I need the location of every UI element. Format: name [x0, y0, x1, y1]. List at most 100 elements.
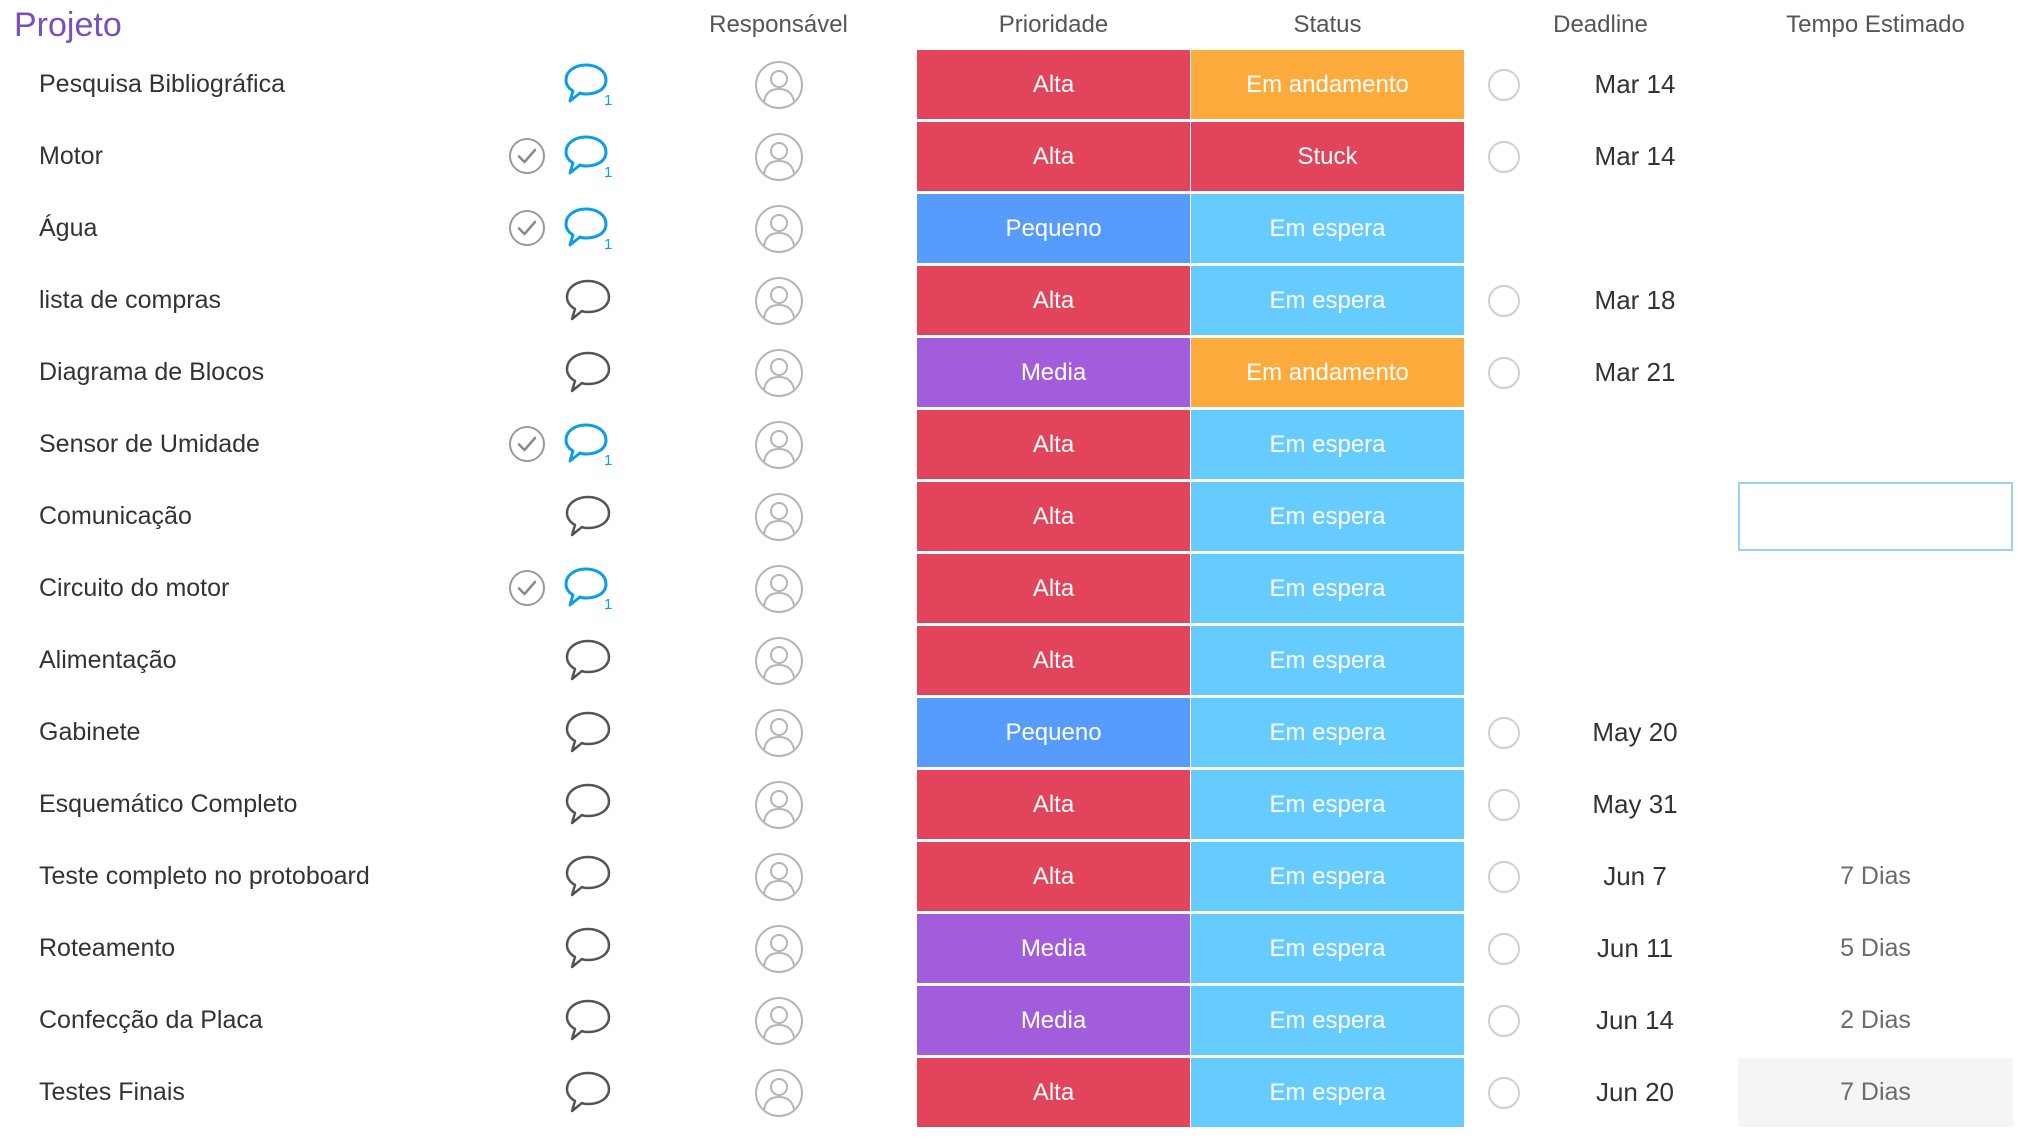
deadline-cell[interactable]: [1465, 410, 1736, 479]
owner-cell[interactable]: [642, 1058, 915, 1127]
table-row[interactable]: Gabinete Pequeno Em espera May 20: [8, 698, 2013, 767]
item-name[interactable]: Testes Finais: [39, 1078, 185, 1107]
person-icon[interactable]: [754, 348, 804, 398]
priority-label[interactable]: Alta: [917, 122, 1190, 191]
column-header-priority[interactable]: Prioridade: [917, 0, 1190, 50]
priority-label[interactable]: Alta: [917, 1058, 1190, 1127]
item-name[interactable]: Pesquisa Bibliográfica: [39, 70, 285, 99]
deadline-cell[interactable]: Jun 7: [1465, 842, 1736, 911]
chat-bubble-icon[interactable]: [564, 925, 614, 971]
deadline-done-radio[interactable]: [1488, 69, 1520, 101]
item-name-cell[interactable]: lista de compras: [8, 266, 640, 335]
person-icon[interactable]: [754, 420, 804, 470]
priority-label[interactable]: Media: [917, 338, 1190, 407]
column-header-status[interactable]: Status: [1191, 0, 1464, 50]
priority-label[interactable]: Alta: [917, 626, 1190, 695]
time-estimate-cell[interactable]: [1738, 266, 2013, 335]
chat-bubble-icon[interactable]: [564, 637, 614, 683]
chat-bubble-icon[interactable]: [564, 349, 614, 395]
chat-bubble-icon[interactable]: [564, 997, 614, 1043]
item-name-cell[interactable]: Teste completo no protoboard: [8, 842, 640, 911]
deadline-done-radio[interactable]: [1488, 933, 1520, 965]
item-name-cell[interactable]: Diagrama de Blocos: [8, 338, 640, 407]
person-icon[interactable]: [754, 996, 804, 1046]
priority-label[interactable]: Media: [917, 986, 1190, 1055]
person-icon[interactable]: [754, 564, 804, 614]
priority-label[interactable]: Alta: [917, 770, 1190, 839]
deadline-cell[interactable]: Mar 18: [1465, 266, 1736, 335]
priority-label[interactable]: Alta: [917, 842, 1190, 911]
item-name[interactable]: Esquemático Completo: [39, 790, 297, 819]
deadline-cell[interactable]: [1465, 194, 1736, 263]
priority-label[interactable]: Alta: [917, 554, 1190, 623]
owner-cell[interactable]: [642, 986, 915, 1055]
person-icon[interactable]: [754, 132, 804, 182]
time-estimate-cell[interactable]: [1738, 410, 2013, 479]
item-name[interactable]: Roteamento: [39, 934, 175, 963]
deadline-cell[interactable]: Jun 14: [1465, 986, 1736, 1055]
deadline-done-radio[interactable]: [1488, 1005, 1520, 1037]
item-name[interactable]: Circuito do motor: [39, 574, 229, 603]
table-row[interactable]: Testes Finais Alta Em espera Jun 20 7 Dias: [8, 1058, 2013, 1127]
time-estimate-cell[interactable]: [1738, 122, 2013, 191]
priority-label[interactable]: Alta: [917, 410, 1190, 479]
updates-bubble-icon[interactable]: 1: [564, 205, 614, 253]
chat-bubble-icon[interactable]: [564, 853, 614, 899]
deadline-done-radio[interactable]: [1488, 285, 1520, 317]
table-row[interactable]: Sensor de Umidade 1 Alta Em espera: [8, 410, 2013, 479]
person-icon[interactable]: [754, 852, 804, 902]
deadline-done-radio[interactable]: [1488, 357, 1520, 389]
checkmark-icon[interactable]: [508, 425, 546, 463]
item-name[interactable]: Sensor de Umidade: [39, 430, 260, 459]
updates-bubble-icon[interactable]: 1: [564, 421, 614, 469]
table-row[interactable]: Água 1 Pequeno Em espera: [8, 194, 2013, 263]
person-icon[interactable]: [754, 204, 804, 254]
owner-cell[interactable]: [642, 842, 915, 911]
time-estimate-cell[interactable]: [1738, 770, 2013, 839]
deadline-cell[interactable]: Jun 11: [1465, 914, 1736, 983]
deadline-cell[interactable]: May 20: [1465, 698, 1736, 767]
owner-cell[interactable]: [642, 914, 915, 983]
item-name-cell[interactable]: Alimentação: [8, 626, 640, 695]
table-row[interactable]: Alimentação Alta Em espera: [8, 626, 2013, 695]
item-name-cell[interactable]: Roteamento: [8, 914, 640, 983]
status-label[interactable]: Em andamento: [1191, 338, 1464, 407]
owner-cell[interactable]: [642, 482, 915, 551]
column-header-owner[interactable]: Responsável: [642, 0, 915, 50]
status-label[interactable]: Em espera: [1191, 554, 1464, 623]
person-icon[interactable]: [754, 60, 804, 110]
status-label[interactable]: Em andamento: [1191, 50, 1464, 119]
table-row[interactable]: lista de compras Alta Em espera Mar 18: [8, 266, 2013, 335]
person-icon[interactable]: [754, 924, 804, 974]
chat-bubble-icon[interactable]: [564, 493, 614, 539]
item-name-cell[interactable]: Pesquisa Bibliográfica 1: [8, 50, 640, 119]
updates-bubble-icon[interactable]: 1: [564, 133, 614, 181]
status-label[interactable]: Em espera: [1191, 266, 1464, 335]
status-label[interactable]: Em espera: [1191, 626, 1464, 695]
deadline-done-radio[interactable]: [1488, 789, 1520, 821]
group-title[interactable]: Projeto: [14, 0, 122, 50]
owner-cell[interactable]: [642, 410, 915, 479]
status-label[interactable]: Em espera: [1191, 410, 1464, 479]
table-row[interactable]: Comunicação Alta Em espera: [8, 482, 2013, 551]
deadline-done-radio[interactable]: [1488, 861, 1520, 893]
item-name[interactable]: Diagrama de Blocos: [39, 358, 264, 387]
time-estimate-cell[interactable]: [1738, 194, 2013, 263]
time-estimate-cell[interactable]: [1738, 698, 2013, 767]
deadline-cell[interactable]: Mar 21: [1465, 338, 1736, 407]
status-label[interactable]: Em espera: [1191, 1058, 1464, 1127]
time-estimate-cell[interactable]: [1738, 626, 2013, 695]
item-name[interactable]: Motor: [39, 142, 103, 171]
item-name-cell[interactable]: Motor 1: [8, 122, 640, 191]
table-row[interactable]: Diagrama de Blocos Media Em andamento Mar 2…: [8, 338, 2013, 407]
item-name[interactable]: Comunicação: [39, 502, 192, 531]
item-name-cell[interactable]: Esquemático Completo: [8, 770, 640, 839]
time-estimate-cell[interactable]: 7 Dias: [1738, 1058, 2013, 1127]
deadline-cell[interactable]: [1465, 482, 1736, 551]
person-icon[interactable]: [754, 1068, 804, 1118]
deadline-cell[interactable]: [1465, 626, 1736, 695]
table-row[interactable]: Circuito do motor 1 Alta Em espera: [8, 554, 2013, 623]
table-row[interactable]: Motor 1 Alta Stuck Mar 14: [8, 122, 2013, 191]
deadline-cell[interactable]: Jun 20: [1465, 1058, 1736, 1127]
time-estimate-cell[interactable]: [1738, 554, 2013, 623]
